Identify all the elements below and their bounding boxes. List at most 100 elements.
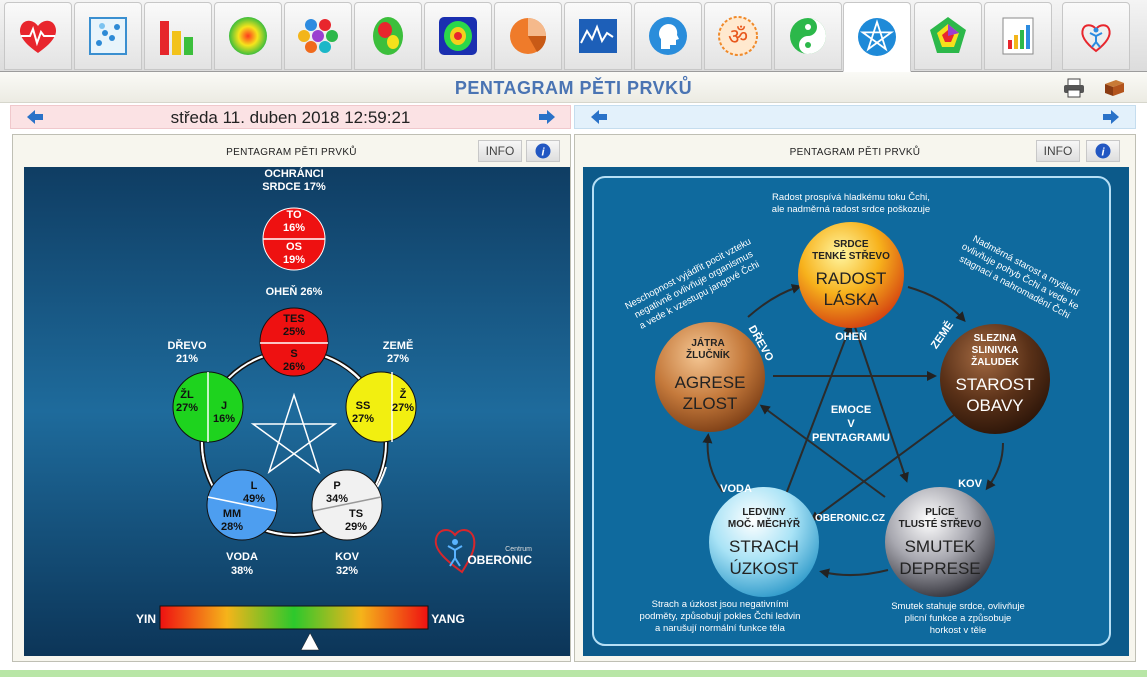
wood-outer-value: 27%: [176, 402, 198, 414]
pie-chart-icon: [510, 18, 547, 54]
earth-emotion-2: OBAVY: [966, 396, 1023, 415]
tab-yin-yang[interactable]: [774, 2, 842, 70]
tab-pie[interactable]: [494, 2, 562, 70]
info-icon: i: [1095, 143, 1111, 159]
earth-element[interactable]: SS 27% Ž 27%: [345, 371, 417, 443]
head-profile-icon: [649, 17, 687, 55]
tab-body-scan[interactable]: [424, 2, 492, 70]
bar-chart-icon: [160, 21, 193, 55]
fire-label: OHEŇ 26%: [266, 285, 323, 298]
pentagram-svg: OCHRÁNCI SRDCE 17% TO 16% OS 19% OHEŇ 26…: [24, 167, 570, 656]
wood-organ-1: JÁTRA: [691, 336, 724, 349]
tab-pentagon[interactable]: [914, 2, 982, 70]
pentagram-icon: [858, 18, 896, 56]
ochranci-label: OCHRÁNCI: [264, 167, 323, 180]
radial-gradient-icon: [229, 17, 267, 55]
book-icon[interactable]: [1103, 78, 1125, 98]
earth-emotion[interactable]: SLEZINA SLINIVKA ŽALUDEK STAROST OBAVY: [940, 324, 1050, 434]
earth-organ-3: ŽALUDEK: [971, 355, 1020, 368]
logo-small-text: Centrum: [505, 546, 532, 553]
metal-organ-1: PLÍCE: [925, 505, 955, 518]
fire-top-value: 25%: [283, 326, 305, 338]
protector-bottom-name: OS: [286, 241, 302, 253]
fire-element[interactable]: TES 25% S 26%: [259, 307, 329, 377]
info-icon-button[interactable]: i: [1086, 140, 1120, 162]
tab-brain-map[interactable]: [354, 2, 422, 70]
yin-label: YIN: [136, 612, 156, 626]
tab-report[interactable]: [984, 2, 1052, 70]
wood-inner-value: 16%: [213, 413, 235, 425]
fire-organ-1: SRDCE: [833, 239, 868, 250]
metal-emotion[interactable]: PLÍCE TLUSTÉ STŘEVO SMUTEK DEPRESE: [885, 487, 995, 597]
earth-organ-2: SLINIVKA: [972, 345, 1019, 356]
arrow-right-icon[interactable]: [539, 110, 555, 124]
water-organ-2: MOČ. MĚCHÝŘ: [728, 517, 801, 530]
yin-yang-icon: [790, 18, 826, 54]
yin-yang-scale: [159, 605, 429, 630]
wood-value: 21%: [176, 353, 198, 365]
arrow-left-icon[interactable]: [591, 110, 607, 124]
wood-outer-name: ŽL: [180, 388, 194, 401]
tab-line[interactable]: [564, 2, 632, 70]
tab-radial[interactable]: [214, 2, 282, 70]
report-icon: [1002, 17, 1034, 55]
fire-note-1: Radost prospívá hladkému toku Čchi,: [772, 192, 930, 203]
tab-heart-ecg[interactable]: [4, 2, 72, 70]
water-emotion-2: ÚZKOST: [730, 559, 799, 578]
tab-oberonic[interactable]: [1062, 2, 1130, 70]
water-organ-1: LEDVINY: [742, 507, 786, 518]
info-button[interactable]: INFO: [478, 140, 522, 162]
metal-element[interactable]: P 34% TS 29%: [311, 469, 383, 541]
fire-top-name: TES: [283, 313, 304, 325]
metal-organ-2: TLUSTÉ STŘEVO: [899, 517, 982, 530]
water-element[interactable]: L 49% MM 28%: [206, 469, 278, 541]
emotions-svg: EMOCE V PENTAGRAMU OBERONIC.CZ SRDCE TEN…: [583, 167, 1129, 656]
water-bottom-name: MM: [223, 508, 241, 520]
wood-organ-2: ŽLUČNÍK: [686, 348, 731, 361]
arrow-right-icon[interactable]: [1103, 110, 1119, 124]
yang-label: YANG: [431, 612, 465, 626]
printer-icon[interactable]: [1063, 78, 1085, 98]
center-label-3: PENTAGRAMU: [812, 432, 890, 444]
center-label-1: EMOCE: [831, 404, 871, 416]
tab-scatter[interactable]: [74, 2, 142, 70]
scatter-icon: [89, 17, 127, 55]
wood-emotion[interactable]: JÁTRA ŽLUČNÍK AGRESE ZLOST: [655, 322, 765, 432]
wood-element[interactable]: ŽL 27% J 16%: [172, 371, 244, 443]
metal-label: KOV: [335, 551, 360, 563]
metal-note-3: horkost v těle: [930, 625, 987, 636]
emotions-panel: PENTAGRAM PĚTI PRVKŮ INFO i EMOCE V PENT…: [574, 134, 1136, 662]
protector-circle[interactable]: TO 16% OS 19%: [262, 207, 326, 271]
info-button[interactable]: INFO: [1036, 140, 1080, 162]
info-icon-button[interactable]: i: [526, 140, 560, 162]
metal-bottom-name: TS: [349, 508, 363, 520]
protector-top-name: TO: [286, 209, 302, 221]
tab-bar-chart[interactable]: [144, 2, 212, 70]
bottom-strip: [0, 670, 1147, 677]
wood-label: DŘEVO: [167, 339, 207, 352]
pentagram-canvas: OCHRÁNCI SRDCE 17% TO 16% OS 19% OHEŇ 26…: [24, 167, 570, 656]
tab-hexagons[interactable]: [284, 2, 352, 70]
wood-emotion-2: ZLOST: [683, 394, 738, 413]
metal-note-1: Smutek stahuje srdce, ovlivňuje: [891, 601, 1025, 612]
brain-map-icon: [373, 17, 403, 55]
tab-om[interactable]: ॐ: [704, 2, 772, 70]
wood-inner-name: J: [221, 400, 227, 412]
water-value: 38%: [231, 565, 253, 577]
oberonic-logo-icon: [1081, 24, 1111, 53]
water-label: VODA: [226, 551, 258, 563]
fire-organ-2: TENKÉ STŘEVO: [812, 249, 890, 262]
water-top-value: 49%: [243, 493, 265, 505]
water-emotion[interactable]: LEDVINY MOČ. MĚCHÝŘ STRACH ÚZKOST: [709, 487, 819, 597]
tab-pentagram[interactable]: [843, 2, 911, 72]
info-icon: i: [535, 143, 551, 159]
body-scan-icon: [439, 17, 477, 55]
earth-value: 27%: [387, 353, 409, 365]
wood-emotion-1: AGRESE: [675, 373, 746, 392]
om-icon: ॐ: [718, 16, 758, 56]
water-tag: VODA: [720, 483, 752, 495]
tab-head[interactable]: [634, 2, 702, 70]
title-bar: PENTAGRAM PĚTI PRVKŮ: [0, 72, 1147, 103]
center-label-2: V: [847, 418, 855, 430]
fire-emotion[interactable]: SRDCE TENKÉ STŘEVO RADOST LÁSKA: [798, 222, 904, 328]
